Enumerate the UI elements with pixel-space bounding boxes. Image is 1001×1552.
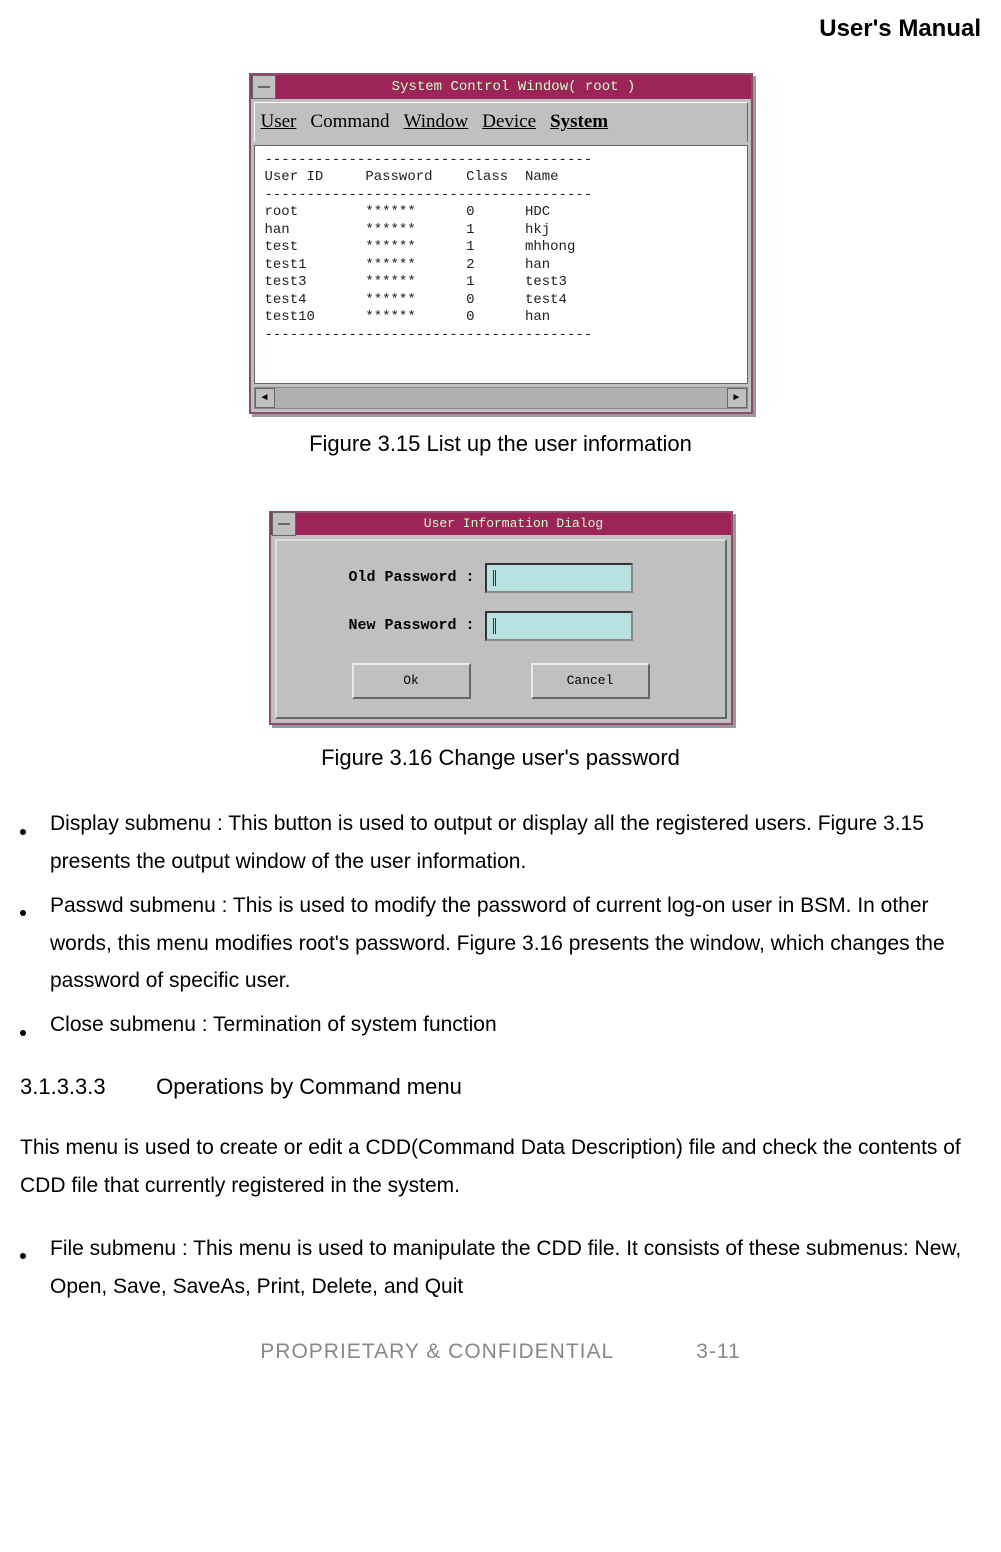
- new-password-input[interactable]: [485, 611, 633, 641]
- figure-caption-315: Figure 3.15 List up the user information: [20, 426, 981, 461]
- table-row: root ****** 0 HDC: [265, 204, 551, 220]
- page-footer: PROPRIETARY & CONFIDENTIAL 3-11: [20, 1335, 981, 1369]
- table-row: test4 ****** 0 test4: [265, 292, 567, 308]
- menu-system[interactable]: System: [550, 107, 608, 137]
- window-title-bar[interactable]: System Control Window( root ): [251, 75, 751, 99]
- window-menu-icon[interactable]: [252, 75, 276, 99]
- menu-command[interactable]: Command: [310, 107, 389, 137]
- new-password-label: New Password :: [305, 614, 485, 638]
- menu-user[interactable]: User: [261, 107, 297, 137]
- text-cursor-icon: [493, 618, 496, 634]
- section-number: 3.1.3.3.3: [20, 1069, 150, 1104]
- old-password-input[interactable]: [485, 563, 633, 593]
- dialog-menu-icon[interactable]: [272, 512, 296, 536]
- terminal-output: --------------------------------------- …: [254, 145, 748, 384]
- table-row: test1 ****** 2 han: [265, 257, 551, 273]
- horizontal-scrollbar[interactable]: ◄ ►: [254, 387, 748, 409]
- user-info-dialog: User Information Dialog Old Password : N…: [269, 511, 733, 725]
- dialog-title-bar[interactable]: User Information Dialog: [271, 513, 731, 535]
- section-paragraph: This menu is used to create or edit a CD…: [20, 1129, 981, 1205]
- bullet-icon: [20, 1253, 26, 1259]
- list-item: Passwd submenu : This is used to modify …: [20, 887, 981, 1000]
- file-submenu-list: File submenu : This menu is used to mani…: [20, 1230, 981, 1306]
- submenu-list: Display submenu : This button is used to…: [20, 805, 981, 1044]
- table-row: test3 ****** 1 test3: [265, 274, 567, 290]
- cancel-button[interactable]: Cancel: [531, 663, 650, 699]
- bullet-icon: [20, 829, 26, 835]
- bullet-icon: [20, 1030, 26, 1036]
- scroll-left-icon[interactable]: ◄: [255, 388, 275, 408]
- section-title: Operations by Command menu: [156, 1074, 462, 1099]
- section-heading: 3.1.3.3.3 Operations by Command menu: [20, 1069, 981, 1104]
- system-control-window: System Control Window( root ) User Comma…: [249, 73, 753, 413]
- dialog-title: User Information Dialog: [297, 514, 731, 535]
- menu-device[interactable]: Device: [482, 107, 536, 137]
- window-title: System Control Window( root ): [277, 76, 751, 98]
- table-row: han ****** 1 hkj: [265, 222, 551, 238]
- list-item: Close submenu : Termination of system fu…: [20, 1006, 981, 1044]
- table-row: test10 ****** 0 han: [265, 309, 551, 325]
- ok-button[interactable]: Ok: [352, 663, 471, 699]
- figure-caption-316: Figure 3.16 Change user's password: [20, 740, 981, 775]
- scroll-right-icon[interactable]: ►: [727, 388, 747, 408]
- list-item: Display submenu : This button is used to…: [20, 805, 981, 881]
- list-item: File submenu : This menu is used to mani…: [20, 1230, 981, 1306]
- old-password-label: Old Password :: [305, 566, 485, 590]
- menu-window[interactable]: Window: [404, 107, 469, 137]
- text-cursor-icon: [493, 570, 496, 586]
- column-headers: User ID Password Class Name: [265, 169, 559, 185]
- table-row: test ****** 1 mhhong: [265, 239, 576, 255]
- menu-bar: User Command Window Device System: [254, 102, 748, 141]
- page-header: User's Manual: [20, 10, 981, 48]
- bullet-icon: [20, 910, 26, 916]
